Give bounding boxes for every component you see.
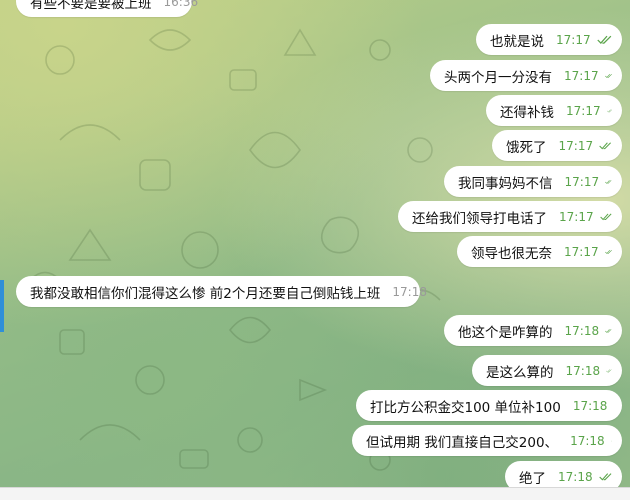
message-time: 17:17 [556, 32, 591, 47]
message-time: 17:17 [564, 244, 599, 259]
message-time: 17:17 [564, 174, 600, 189]
message-text: 还给我们领导打电话了 [412, 210, 547, 227]
message-time: 16:36 [163, 0, 199, 9]
double-check-icon [599, 213, 612, 220]
message-time: 17:17 [566, 103, 601, 118]
outgoing-message[interactable]: 打比方公积金交100 单位补100 17:18 [356, 390, 622, 421]
double-check-icon [606, 368, 612, 373]
message-time: 17:18 [565, 363, 601, 378]
double-check-icon [596, 35, 611, 44]
double-check-icon [606, 108, 612, 112]
message-time: 17:18 [572, 398, 608, 413]
message-text: 领导也很无奈 [471, 245, 552, 262]
message-time: 17:18 [570, 433, 605, 448]
double-check-icon [599, 141, 612, 149]
message-text: 头两个月一分没有 [444, 69, 552, 86]
message-time: 17:17 [559, 209, 594, 224]
outgoing-message[interactable]: 我同事妈妈不信 17:17 [444, 166, 622, 197]
double-check-icon [598, 472, 612, 480]
outgoing-message[interactable]: 还给我们领导打电话了 17:17 [398, 201, 622, 232]
message-text: 他这个是咋算的 [458, 324, 553, 341]
message-time: 17:18 [564, 323, 600, 338]
outgoing-message[interactable]: 也就是说 17:17 [476, 24, 622, 55]
message-text: 我同事妈妈不信 [458, 175, 553, 192]
outgoing-message[interactable]: 饿死了 17:17 [492, 130, 622, 161]
message-time: 17:18 [392, 284, 427, 299]
message-time: 17:17 [558, 138, 594, 153]
message-text: 打比方公积金交100 单位补100 [370, 399, 561, 416]
message-text: 我都没敢相信你们混得这么惨 前2个月还要自己倒贴钱上班 [30, 285, 381, 302]
outgoing-message[interactable]: 还得补钱 17:17 [486, 95, 622, 126]
incoming-message[interactable]: 我都没敢相信你们混得这么惨 前2个月还要自己倒贴钱上班 17:18 [16, 276, 427, 307]
outgoing-message[interactable]: 他这个是咋算的 17:18 [444, 315, 622, 346]
outgoing-message[interactable]: 但试用期 我们直接自己交200、 17:18 [352, 425, 622, 456]
double-check-icon [610, 440, 612, 441]
composer-edge [0, 487, 630, 500]
message-text: 饿死了 [506, 139, 547, 156]
message-text: 还得补钱 [500, 104, 554, 121]
outgoing-message[interactable]: 是这么算的 17:18 [472, 355, 622, 386]
message-text: 也就是说 [490, 33, 544, 50]
chat-area: 有些不要是要被上班 16:36 也就是说 17:17 头两个月一分没有 17:17 还得补钱… [0, 0, 630, 500]
incoming-message[interactable]: 有些不要是要被上班 16:36 [16, 0, 198, 17]
message-time: 17:17 [564, 68, 599, 83]
message-time: 17:18 [558, 469, 593, 484]
double-check-icon [605, 328, 612, 333]
double-check-icon [605, 179, 612, 184]
double-check-icon [604, 249, 612, 254]
message-text: 是这么算的 [486, 364, 554, 381]
double-check-icon [604, 73, 612, 78]
message-text: 有些不要是要被上班 [30, 0, 152, 12]
outgoing-message[interactable]: 头两个月一分没有 17:17 [430, 60, 622, 91]
outgoing-message[interactable]: 领导也很无奈 17:17 [457, 236, 622, 267]
message-text: 但试用期 我们直接自己交200、 [366, 434, 559, 451]
message-text: 绝了 [519, 470, 546, 487]
left-accent-bar [0, 280, 4, 332]
